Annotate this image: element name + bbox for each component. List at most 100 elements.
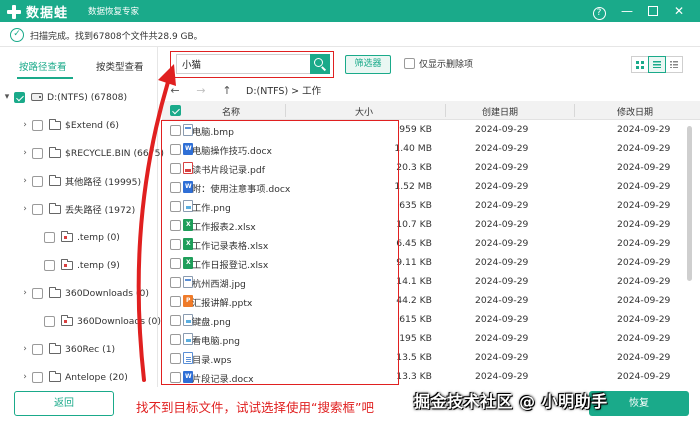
row-checkbox[interactable] (170, 353, 181, 364)
table-row[interactable]: 读书片段记录.pdf 20.3 KB 2024-09-29 2024-09-29 (162, 159, 700, 178)
check-circle-icon: ✓ (10, 28, 24, 42)
column-size[interactable]: 大小 (355, 105, 373, 118)
tree-item[interactable]: › $Extend (6) (20, 115, 119, 135)
folder-icon (49, 118, 61, 130)
expand-arrow-icon[interactable]: › (20, 176, 30, 186)
table-row[interactable]: 附：使用注意事项.docx 1.52 MB 2024-09-29 2024-09-29 (162, 178, 700, 197)
tree-item[interactable]: .temp (0) (32, 227, 120, 247)
row-checkbox[interactable] (170, 220, 181, 231)
plus-icon (6, 4, 22, 20)
tree-item-label: 其他路径 (19995) (65, 177, 142, 188)
tree-item[interactable]: › 丢失路径 (1972) (20, 199, 135, 219)
scan-status: ✓ 扫描完成。找到67808个文件共28.9 GB。 (10, 25, 203, 45)
tree-item[interactable]: 360Downloads (0) (32, 311, 161, 331)
folder-icon (61, 258, 73, 270)
row-checkbox[interactable] (170, 315, 181, 326)
tree-item-checkbox[interactable] (32, 371, 43, 383)
tab-by-type[interactable]: 按类型查看 (96, 59, 144, 73)
expand-arrow-icon[interactable]: › (20, 344, 30, 354)
filter-button[interactable]: 筛选器 (345, 55, 391, 74)
tree-item-checkbox[interactable] (32, 343, 43, 355)
table-row[interactable]: 看电脑.png 195 KB 2024-09-29 2024-09-29 (162, 330, 700, 349)
expand-arrow-icon[interactable]: › (20, 204, 30, 214)
expand-arrow-icon[interactable]: ▾ (2, 92, 12, 102)
row-checkbox[interactable] (170, 239, 181, 250)
file-modified-date: 2024-09-29 (617, 314, 671, 325)
tree-item[interactable]: › Antelope (20) (20, 367, 128, 387)
row-checkbox[interactable] (170, 144, 181, 155)
expand-arrow-icon[interactable]: › (20, 120, 30, 130)
back-arrow-icon[interactable]: ← (162, 84, 188, 97)
file-name: 工作记录表格.xlsx (192, 241, 269, 252)
minimize-button[interactable]: — (618, 2, 636, 20)
tree-item-checkbox[interactable] (44, 231, 55, 243)
tree-item-checkbox[interactable] (32, 147, 43, 159)
table-row[interactable]: 目录.wps 13.5 KB 2024-09-29 2024-09-29 (162, 349, 700, 368)
tree-item-checkbox[interactable] (32, 203, 43, 215)
maximize-button[interactable] (644, 2, 662, 20)
search-icon[interactable] (310, 54, 330, 74)
row-checkbox[interactable] (170, 163, 181, 174)
forward-arrow-icon[interactable]: → (188, 84, 214, 97)
tree-item[interactable]: .temp (9) (32, 255, 120, 275)
file-created-date: 2024-09-29 (475, 124, 529, 135)
table-row[interactable]: 电脑操作技巧.docx 1.40 MB 2024-09-29 2024-09-29 (162, 140, 700, 159)
expand-arrow-icon[interactable]: › (20, 288, 30, 298)
tree-item[interactable]: ▾ D:(NTFS) (67808) (2, 87, 127, 107)
tree-item-checkbox[interactable] (32, 175, 43, 187)
tree-item[interactable]: › 其他路径 (19995) (20, 171, 141, 191)
select-all-checkbox[interactable] (170, 105, 181, 116)
watermark: 掘金技术社区 @ 小明助手 (414, 392, 608, 411)
file-name: 电脑操作技巧.docx (192, 146, 272, 157)
back-button[interactable]: 返回 (14, 391, 114, 416)
grid-view-button[interactable] (631, 56, 649, 73)
row-checkbox[interactable] (170, 372, 181, 383)
expand-arrow-icon[interactable]: › (20, 372, 30, 382)
column-name[interactable]: 名称 (222, 105, 240, 118)
tree-item[interactable]: › 360Rec (1) (20, 339, 115, 359)
help-button[interactable]: ? (590, 2, 608, 20)
search-input[interactable] (176, 54, 310, 74)
file-created-date: 2024-09-29 (475, 200, 529, 211)
tree-item-checkbox[interactable] (44, 259, 55, 271)
detail-view-button[interactable] (665, 56, 683, 73)
scrollbar[interactable] (686, 120, 694, 382)
tree-item-label: 360Rec (1) (65, 343, 116, 355)
scrollbar-thumb[interactable] (687, 126, 692, 281)
column-created[interactable]: 创建日期 (482, 105, 518, 118)
breadcrumb: D:(NTFS) > 工作 (246, 86, 322, 97)
tree-item[interactable]: › $RECYCLE.BIN (6675) (20, 143, 164, 163)
table-row[interactable]: 工作报表2.xlsx 10.7 KB 2024-09-29 2024-09-29 (162, 216, 700, 235)
table-row[interactable]: 工作记录表格.xlsx 6.45 KB 2024-09-29 2024-09-29 (162, 235, 700, 254)
row-checkbox[interactable] (170, 182, 181, 193)
tab-by-path[interactable]: 按路径查看 (19, 59, 67, 73)
row-checkbox[interactable] (170, 334, 181, 345)
table-row[interactable]: 工作.png 635 KB 2024-09-29 2024-09-29 (162, 197, 700, 216)
table-row[interactable]: 杭州西湖.jpg 14.1 KB 2024-09-29 2024-09-29 (162, 273, 700, 292)
table-row[interactable]: 电脑.bmp 959 KB 2024-09-29 2024-09-29 (162, 121, 700, 140)
table-row[interactable]: 工作日报登记.xlsx 9.11 KB 2024-09-29 2024-09-29 (162, 254, 700, 273)
up-arrow-icon[interactable]: ↑ (214, 84, 240, 97)
row-checkbox[interactable] (170, 125, 181, 136)
tree-item-checkbox[interactable] (44, 315, 55, 327)
table-row[interactable]: 键盘.png 615 KB 2024-09-29 2024-09-29 (162, 311, 700, 330)
close-button[interactable]: ✕ (670, 2, 688, 20)
column-modified[interactable]: 修改日期 (617, 105, 653, 118)
tree-item[interactable]: › 360Downloads (0) (20, 283, 149, 303)
row-checkbox[interactable] (170, 258, 181, 269)
row-checkbox[interactable] (170, 201, 181, 212)
list-view-button[interactable] (648, 56, 666, 73)
expand-arrow-icon[interactable]: › (20, 148, 30, 158)
file-size: 635 KB (399, 200, 432, 211)
deleted-only-checkbox[interactable] (404, 58, 415, 69)
tree-item-checkbox[interactable] (14, 91, 25, 103)
folder-icon (49, 286, 61, 298)
row-checkbox[interactable] (170, 296, 181, 307)
table-row[interactable]: 片段记录.docx 13.3 KB 2024-09-29 2024-09-29 (162, 368, 700, 387)
tree-item-checkbox[interactable] (32, 287, 43, 299)
row-checkbox[interactable] (170, 277, 181, 288)
table-row[interactable]: 汇报讲解.pptx 44.2 KB 2024-09-29 2024-09-29 (162, 292, 700, 311)
deleted-only-toggle[interactable]: 仅显示删除项 (404, 57, 473, 70)
folder-icon (49, 370, 61, 382)
tree-item-checkbox[interactable] (32, 119, 43, 131)
